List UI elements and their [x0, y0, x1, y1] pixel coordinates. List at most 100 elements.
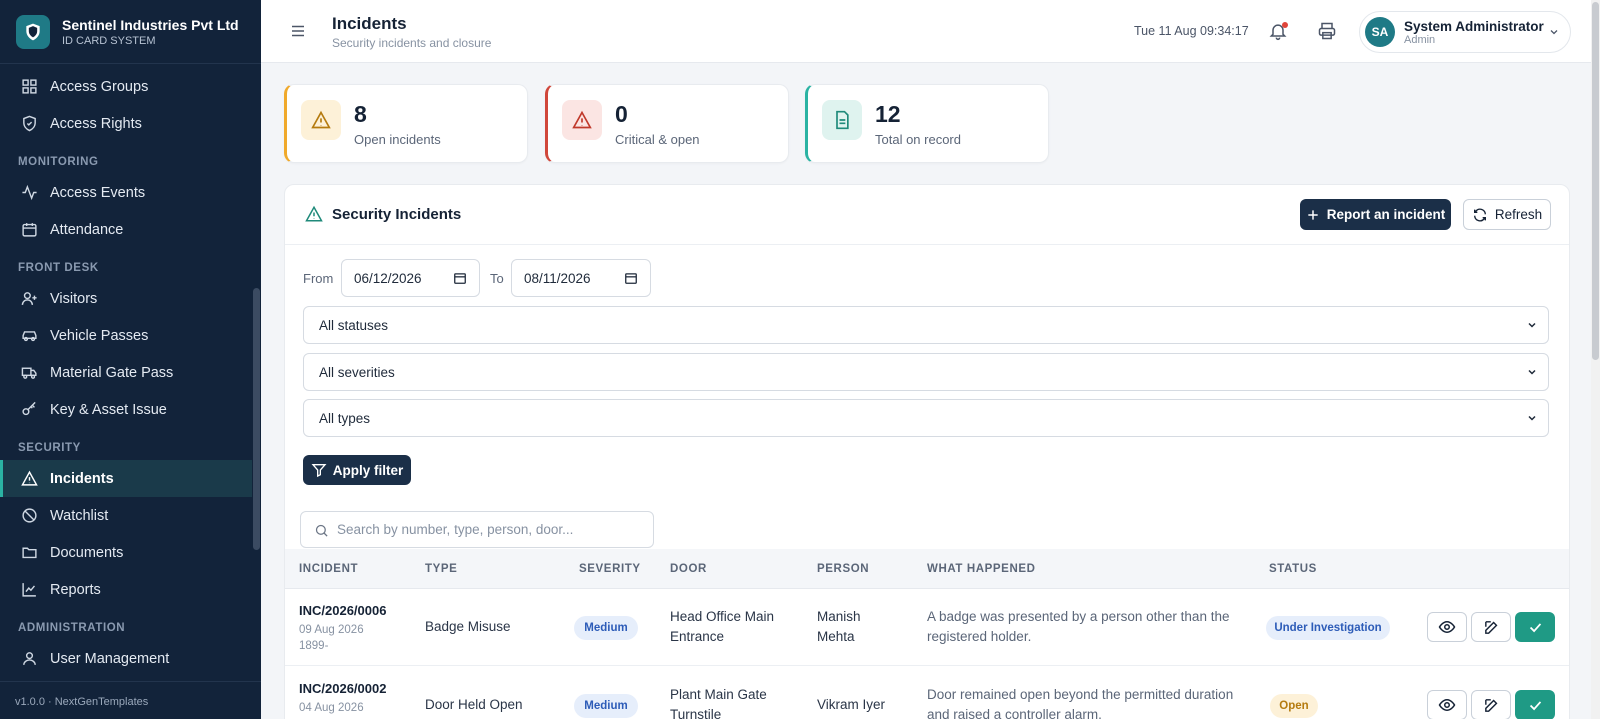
view-button[interactable]: [1427, 612, 1467, 642]
stat-value: 12: [875, 101, 901, 127]
warning-triangle-icon: [20, 470, 38, 488]
type-select[interactable]: All types: [303, 399, 1549, 437]
sidebar-item-label: Documents: [50, 544, 124, 561]
col-what-happened[interactable]: WHAT HAPPENED: [927, 563, 1036, 575]
col-person[interactable]: PERSON: [817, 563, 869, 575]
clock: Tue 11 Aug 09:34:17: [1134, 24, 1249, 38]
document-icon: [822, 100, 862, 140]
printer-icon: [1318, 22, 1336, 40]
brand-name: Sentinel Industries Pvt Ltd: [62, 16, 239, 33]
status-badge: Open: [1270, 694, 1318, 718]
chevron-down-icon: [1528, 322, 1536, 328]
chevron-down-icon: [1528, 369, 1536, 375]
hamburger-icon: [292, 25, 304, 37]
calendar-icon: [20, 221, 38, 239]
incident-id[interactable]: INC/2026/0002: [299, 681, 386, 696]
stat-label: Open incidents: [354, 132, 441, 147]
col-incident[interactable]: INCIDENT: [299, 563, 358, 575]
to-date-input[interactable]: 08/11/2026: [511, 259, 651, 297]
status-select[interactable]: All statuses: [303, 306, 1549, 344]
edit-button[interactable]: [1471, 690, 1511, 719]
page-title: Incidents: [332, 14, 407, 33]
edit-icon: [1484, 620, 1497, 634]
incident-cell: INC/2026/0002 04 Aug 2026: [299, 681, 386, 716]
sidebar-item-access-groups[interactable]: Access Groups: [0, 68, 252, 105]
page-scrollbar[interactable]: [1591, 0, 1600, 719]
col-status[interactable]: STATUS: [1269, 563, 1317, 575]
what-line: and raised a controller alarm.: [927, 707, 1102, 719]
sidebar-item-incidents[interactable]: Incidents: [0, 460, 252, 497]
from-date-input[interactable]: 06/12/2026: [341, 259, 480, 297]
calendar-icon[interactable]: [624, 271, 638, 285]
edit-button[interactable]: [1471, 612, 1511, 642]
table-row[interactable]: INC/2026/0002 04 Aug 2026 Door Held Open…: [285, 667, 1569, 719]
section-administration: ADMINISTRATION: [18, 622, 126, 634]
person-cell: Manish Mehta: [817, 607, 861, 647]
sidebar-item-attendance[interactable]: Attendance: [0, 211, 252, 248]
user-menu[interactable]: SA System Administrator Admin: [1359, 11, 1571, 53]
sidebar-item-reports[interactable]: Reports: [0, 571, 252, 608]
sidebar-item-visitors[interactable]: Visitors: [0, 280, 252, 317]
sidebar-item-label: Material Gate Pass: [50, 364, 174, 381]
close-incident-button[interactable]: [1515, 690, 1555, 719]
sidebar-item-user-management[interactable]: User Management: [0, 640, 252, 677]
status-select-value: All statuses: [319, 317, 389, 333]
eye-icon: [1438, 698, 1456, 712]
sidebar-item-material-gate-pass[interactable]: Material Gate Pass: [0, 354, 252, 391]
section-monitoring: MONITORING: [18, 156, 99, 168]
col-type[interactable]: TYPE: [425, 563, 457, 575]
sidebar-item-label: Access Groups: [50, 78, 149, 95]
apply-filter-button[interactable]: Apply filter: [303, 455, 411, 485]
person-line: Mehta: [817, 629, 855, 644]
what-happened-cell: Door remained open beyond the permitted …: [927, 685, 1233, 719]
sidebar-item-label: Attendance: [50, 221, 124, 238]
shield-logo-icon: [16, 14, 50, 49]
report-incident-button[interactable]: Report an incident: [1300, 199, 1451, 230]
incident-id[interactable]: INC/2026/0006: [299, 603, 386, 618]
edit-icon: [1484, 698, 1497, 712]
what-line: A badge was presented by a person other …: [927, 609, 1230, 624]
search-input[interactable]: Search by number, type, person, door...: [300, 511, 654, 548]
page-subtitle: Security incidents and closure: [332, 36, 492, 50]
person-line: Manish: [817, 609, 861, 624]
chevron-down-icon: [1528, 415, 1536, 421]
col-door[interactable]: DOOR: [670, 563, 707, 575]
what-happened-cell: A badge was presented by a person other …: [927, 607, 1229, 647]
ban-icon: [20, 507, 38, 525]
sidebar-scrollbar[interactable]: [252, 66, 261, 681]
person-cell: Vikram Iyer: [817, 697, 886, 712]
chart-line-icon: [20, 581, 38, 599]
severity-select[interactable]: All severities: [303, 353, 1549, 391]
sidebar-item-documents[interactable]: Documents: [0, 534, 252, 571]
table-row[interactable]: INC/2026/0006 09 Aug 2026 1899- Badge Mi…: [285, 589, 1569, 666]
sidebar-scroll-thumb[interactable]: [253, 288, 260, 550]
section-security: SECURITY: [18, 442, 81, 454]
view-button[interactable]: [1427, 690, 1467, 719]
sidebar-item-access-rights[interactable]: Access Rights: [0, 105, 252, 142]
key-icon: [20, 401, 38, 419]
col-severity[interactable]: SEVERITY: [579, 563, 641, 575]
sidebar-item-access-events[interactable]: Access Events: [0, 174, 252, 211]
user-name: System Administrator: [1404, 18, 1544, 34]
eye-icon: [1438, 620, 1456, 634]
notifications-button[interactable]: [1268, 21, 1290, 43]
search-icon: [315, 524, 328, 537]
sidebar-item-vehicle-passes[interactable]: Vehicle Passes: [0, 317, 252, 354]
stat-card-open: 8 Open incidents: [284, 84, 528, 163]
menu-toggle-button[interactable]: [289, 22, 311, 42]
calendar-icon[interactable]: [453, 271, 467, 285]
folder-icon: [20, 544, 38, 562]
type-select-value: All types: [319, 410, 371, 426]
sidebar-item-label: Access Rights: [50, 115, 142, 132]
incident-cell: INC/2026/0006 09 Aug 2026 1899-: [299, 603, 386, 654]
close-incident-button[interactable]: [1515, 612, 1555, 642]
print-button[interactable]: [1317, 21, 1339, 43]
page-scroll-thumb[interactable]: [1592, 2, 1599, 360]
sidebar-item-key-asset-issue[interactable]: Key & Asset Issue: [0, 391, 252, 428]
refresh-button[interactable]: Refresh: [1463, 199, 1551, 230]
sidebar-item-watchlist[interactable]: Watchlist: [0, 497, 252, 534]
sidebar-item-label: Key & Asset Issue: [50, 401, 167, 418]
grid-icon: [20, 78, 38, 96]
section-front-desk: FRONT DESK: [18, 262, 99, 274]
sidebar: Sentinel Industries Pvt Ltd ID CARD SYST…: [0, 0, 261, 719]
